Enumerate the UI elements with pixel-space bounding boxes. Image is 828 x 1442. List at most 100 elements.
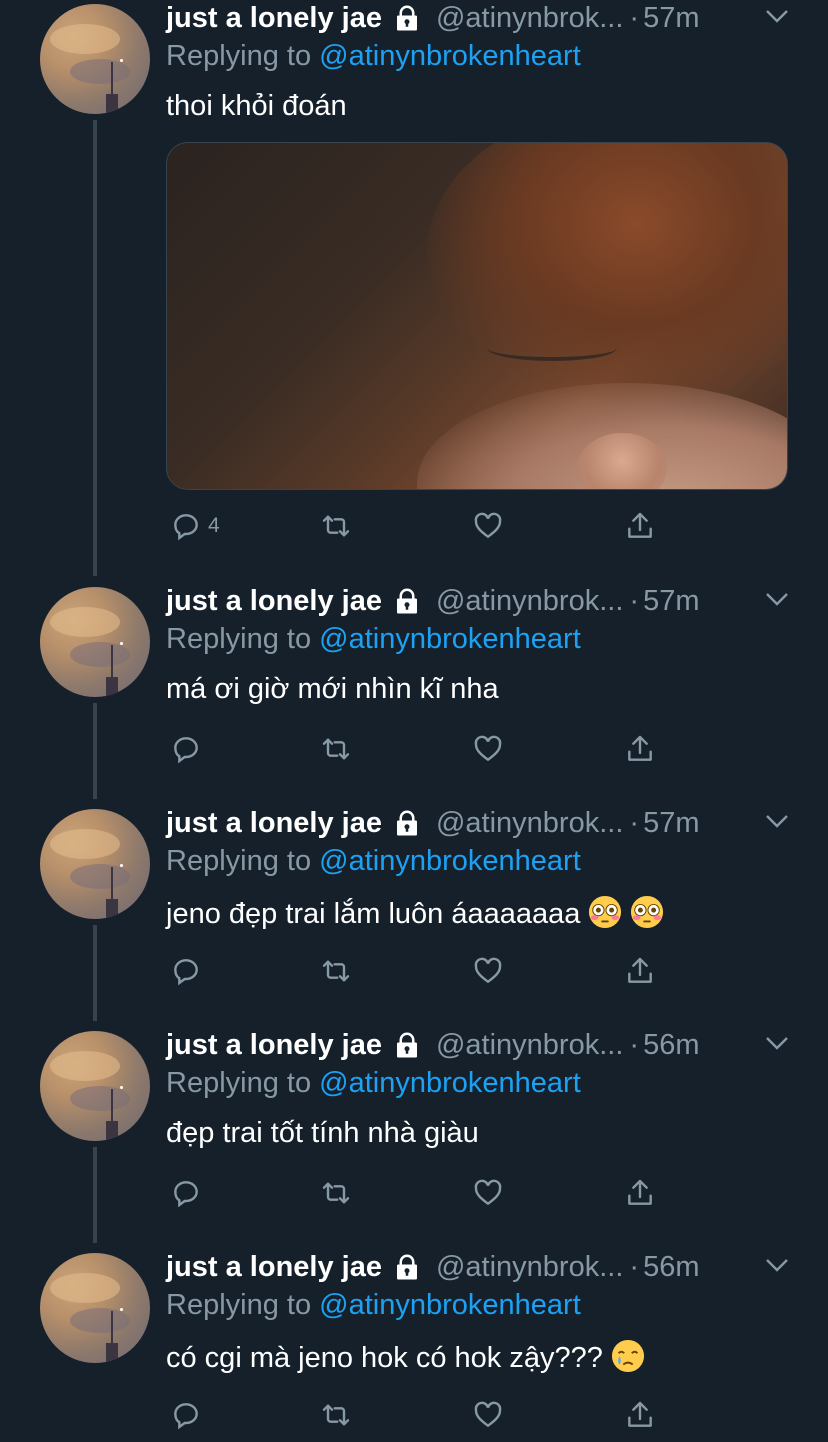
heart-icon (474, 735, 502, 762)
tweet-text: jeno đẹp trai lắm luôn áaaaaaaa (166, 895, 664, 931)
lock-icon (396, 588, 417, 614)
user-handle[interactable]: @atinynbrok... (436, 807, 623, 840)
separator-dot: · (629, 584, 640, 617)
like-button[interactable] (472, 729, 504, 769)
reply-button[interactable] (170, 951, 202, 991)
separator-dot: · (629, 1, 640, 34)
timestamp[interactable]: 57m (643, 2, 699, 35)
reply-icon (174, 514, 198, 541)
share-button[interactable] (624, 1173, 656, 1213)
reply-icon (174, 737, 198, 764)
share-icon (628, 957, 652, 983)
reply-button[interactable]: 4 (170, 506, 220, 546)
separator-dot: · (629, 1028, 640, 1061)
user-handle[interactable]: @atinynbrok... (436, 1029, 623, 1062)
flushed-face-emoji (589, 895, 622, 929)
tweet[interactable]: just a lonely jae @atinynbrok... · 56m R… (0, 1027, 828, 1227)
tweet-actions (166, 1173, 666, 1213)
like-button[interactable] (472, 1395, 504, 1435)
lock-icon (396, 1032, 417, 1058)
share-button[interactable] (624, 1395, 656, 1435)
reply-button[interactable] (170, 1173, 202, 1213)
avatar[interactable] (40, 809, 150, 919)
tweet-actions: 4 (166, 506, 666, 546)
reply-button[interactable] (170, 729, 202, 769)
display-name[interactable]: just a lonely jae (166, 807, 382, 840)
user-handle[interactable]: @atinynbrok... (436, 585, 623, 618)
share-icon (628, 735, 652, 761)
timestamp[interactable]: 57m (643, 585, 699, 618)
retweet-button[interactable] (320, 506, 352, 546)
avatar[interactable] (40, 1031, 150, 1141)
mention-link[interactable]: @atinynbrokenheart (319, 40, 581, 72)
tweet-header: just a lonely jae @atinynbrok... · 57m (166, 581, 700, 621)
like-button[interactable] (472, 951, 504, 991)
share-icon (628, 1179, 652, 1205)
timestamp[interactable]: 57m (643, 807, 699, 840)
display-name[interactable]: just a lonely jae (166, 1029, 382, 1062)
tweet[interactable]: just a lonely jae @atinynbrok... · 56m R… (0, 1249, 828, 1442)
lock-icon (396, 5, 417, 31)
tweet[interactable]: just a lonely jae @atinynbrok... · 57m R… (0, 0, 828, 560)
mention-link[interactable]: @atinynbrokenheart (319, 845, 581, 877)
chevron-down-icon[interactable] (764, 6, 790, 26)
tweet-text: má ơi giờ mới nhìn kĩ nha (166, 673, 499, 705)
share-button[interactable] (624, 506, 656, 546)
tweet-header: just a lonely jae @atinynbrok... · 57m (166, 803, 700, 843)
replying-prefix: Replying to (166, 1067, 312, 1099)
retweet-icon (322, 960, 350, 982)
replying-to: Replying to @atinynbrokenheart (166, 1067, 581, 1100)
replying-prefix: Replying to (166, 845, 312, 877)
tweet[interactable]: just a lonely jae @atinynbrok... · 57m R… (0, 805, 828, 1005)
flushed-face-emoji (631, 895, 664, 929)
reply-count: 4 (208, 514, 220, 537)
chevron-down-icon[interactable] (764, 1033, 790, 1053)
tweet-photo[interactable] (166, 142, 788, 490)
share-button[interactable] (624, 951, 656, 991)
replying-to: Replying to @atinynbrokenheart (166, 623, 581, 656)
reply-button[interactable] (170, 1395, 202, 1435)
retweet-button[interactable] (320, 729, 352, 769)
avatar[interactable] (40, 1253, 150, 1363)
replying-to: Replying to @atinynbrokenheart (166, 845, 581, 878)
mention-link[interactable]: @atinynbrokenheart (319, 623, 581, 655)
tweet-text-content: jeno đẹp trai lắm luôn áaaaaaaa (166, 898, 581, 930)
heart-icon (474, 1401, 502, 1428)
avatar[interactable] (40, 4, 150, 114)
retweet-button[interactable] (320, 951, 352, 991)
display-name[interactable]: just a lonely jae (166, 585, 382, 618)
tweet-actions (166, 729, 666, 769)
tweet-actions (166, 951, 666, 991)
mention-link[interactable]: @atinynbrokenheart (319, 1067, 581, 1099)
replying-to: Replying to @atinynbrokenheart (166, 1289, 581, 1322)
mention-link[interactable]: @atinynbrokenheart (319, 1289, 581, 1321)
timestamp[interactable]: 56m (643, 1251, 699, 1284)
chevron-down-icon[interactable] (764, 589, 790, 609)
timestamp[interactable]: 56m (643, 1029, 699, 1062)
user-handle[interactable]: @atinynbrok... (436, 2, 623, 35)
like-button[interactable] (472, 506, 504, 546)
reply-icon (174, 1403, 198, 1430)
crying-face-emoji (611, 1339, 644, 1373)
reply-icon (174, 959, 198, 986)
replying-prefix: Replying to (166, 623, 312, 655)
retweet-button[interactable] (320, 1395, 352, 1435)
tweet[interactable]: just a lonely jae @atinynbrok... · 57m R… (0, 583, 828, 783)
chevron-down-icon[interactable] (764, 1255, 790, 1275)
retweet-icon (322, 1404, 350, 1426)
display-name[interactable]: just a lonely jae (166, 2, 382, 35)
avatar[interactable] (40, 587, 150, 697)
tweet-header: just a lonely jae @atinynbrok... · 57m (166, 0, 700, 38)
chevron-down-icon[interactable] (764, 811, 790, 831)
share-icon (628, 512, 652, 538)
retweet-icon (322, 738, 350, 760)
user-handle[interactable]: @atinynbrok... (436, 1251, 623, 1284)
display-name[interactable]: just a lonely jae (166, 1251, 382, 1284)
like-button[interactable] (472, 1173, 504, 1213)
share-button[interactable] (624, 729, 656, 769)
retweet-button[interactable] (320, 1173, 352, 1213)
share-icon (628, 1401, 652, 1427)
heart-icon (474, 957, 502, 984)
tweet-text-content: có cgi mà jeno hok có hok zậy??? (166, 1342, 603, 1374)
tweet-thread: just a lonely jae @atinynbrok... · 57m R… (0, 0, 828, 1442)
